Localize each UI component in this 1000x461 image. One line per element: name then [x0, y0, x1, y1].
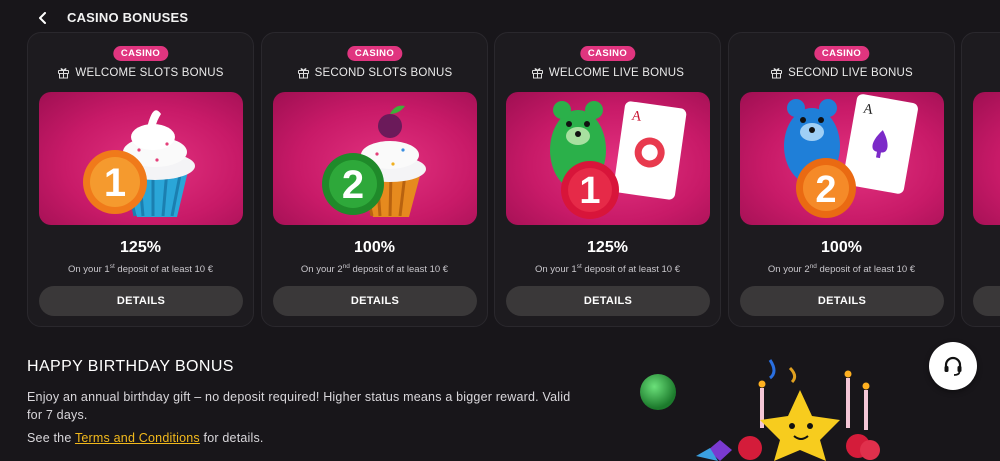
- bonus-card: CASINO WELCOME SLOTS BONUS 1 125% On you…: [27, 32, 254, 327]
- bonus-description: On your 2nd deposit of at least 10 €: [300, 263, 449, 276]
- bonus-percent: 100%: [821, 239, 862, 256]
- birthday-description: Enjoy an annual birthday gift – no depos…: [27, 390, 571, 422]
- details-button[interactable]: DETAILS: [740, 286, 944, 316]
- number-1-text: 1: [579, 170, 600, 212]
- page-header: CASINO BONUSES: [0, 0, 1000, 36]
- headset-icon: [944, 356, 962, 376]
- bonus-description: On your 1st deposit of at least 10 €: [67, 263, 213, 276]
- card-title: WELCOME SLOTS BONUS: [28, 66, 253, 79]
- bonus-card: CASINO SECOND SLOTS BONUS 2 100% On your…: [261, 32, 488, 327]
- back-button[interactable]: [36, 10, 50, 26]
- gift-icon: [531, 66, 544, 79]
- details-button[interactable]: DETAILS: [273, 286, 477, 316]
- card-title: WELCOME LIVE BONUS: [495, 66, 720, 79]
- bonus-artwork-bear-card: A 1: [506, 92, 710, 225]
- category-badge: CASINO: [112, 46, 169, 61]
- bonus-description: On your 1st deposit of at least 10 €: [534, 263, 680, 276]
- bonus-artwork-cupcake: 1: [39, 92, 243, 225]
- card-title-text: SECOND SLOTS BONUS: [314, 66, 453, 79]
- chevron-left-icon: [39, 12, 46, 24]
- bonus-card-partial: [961, 32, 1000, 327]
- number-1-text: 1: [104, 161, 126, 205]
- bonus-card: CASINO WELCOME LIVE BONUS A 1 125% On yo…: [494, 32, 721, 327]
- card-title: SECOND LIVE BONUS: [729, 66, 954, 79]
- card-title-text: SECOND LIVE BONUS: [788, 66, 913, 79]
- birthday-title: HAPPY BIRTHDAY BONUS: [27, 358, 234, 375]
- card-title: SECOND SLOTS BONUS: [262, 66, 487, 79]
- bonus-artwork-bear-card: A 2: [740, 92, 944, 225]
- card-title-text: WELCOME SLOTS BONUS: [75, 66, 224, 79]
- bonus-description: On your 2nd deposit of at least 10 €: [767, 263, 916, 276]
- gift-icon: [770, 66, 783, 79]
- category-badge: CASINO: [579, 46, 636, 61]
- number-2-text: 2: [342, 163, 364, 207]
- number-2-text: 2: [815, 169, 836, 211]
- birthday-bonus-section: HAPPY BIRTHDAY BONUS Enjoy an annual bir…: [27, 358, 627, 445]
- card-title-text: WELCOME LIVE BONUS: [548, 66, 685, 79]
- bonus-card: CASINO SECOND LIVE BONUS A 2 100% On you…: [728, 32, 955, 327]
- bonus-percent: 100%: [354, 239, 395, 256]
- bonus-artwork-cupcake: 2: [273, 92, 477, 225]
- bonus-artwork: [973, 92, 1000, 225]
- birthday-artwork: [640, 359, 880, 461]
- details-button[interactable]: [973, 286, 1000, 316]
- details-button[interactable]: DETAILS: [39, 286, 243, 316]
- bonus-percent: 125%: [587, 239, 628, 256]
- bonus-percent: 125%: [120, 239, 161, 256]
- category-badge: CASINO: [813, 46, 870, 61]
- terms-link[interactable]: Terms and Conditions: [75, 431, 200, 445]
- gift-icon: [57, 66, 70, 79]
- support-chat-button[interactable]: [929, 342, 977, 390]
- birthday-terms: See the Terms and Conditions for details…: [27, 431, 264, 445]
- bonus-cards-carousel[interactable]: CASINO WELCOME SLOTS BONUS 1 125% On you…: [27, 32, 1000, 327]
- details-button[interactable]: DETAILS: [506, 286, 710, 316]
- gift-icon: [297, 66, 310, 79]
- category-badge: CASINO: [346, 46, 403, 61]
- page-title: CASINO BONUSES: [67, 10, 189, 25]
